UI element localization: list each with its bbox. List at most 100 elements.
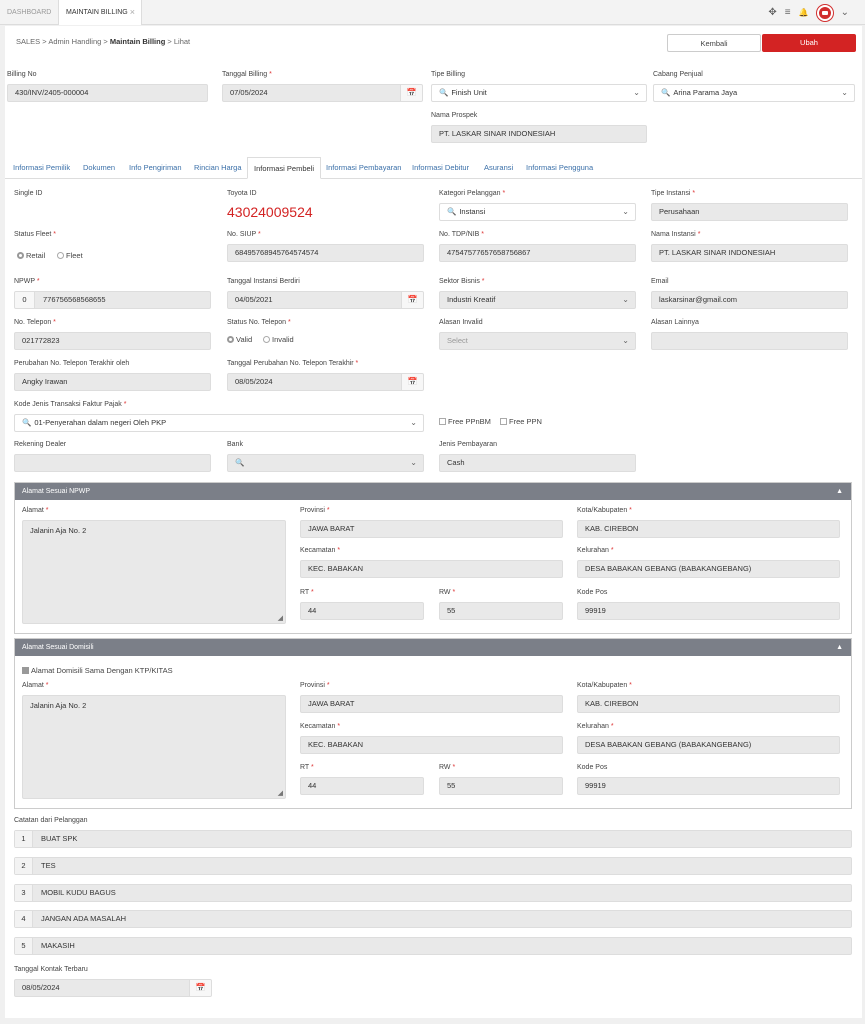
alamat-label: Alamat xyxy=(22,682,48,689)
nama-instansi-label: Nama Instansi xyxy=(651,231,700,238)
panel-alamat-npwp: Alamat Sesuai NPWP ▲ Alamat Jalanin Aja N… xyxy=(14,482,852,634)
npwp-field: 0 776756568568655 xyxy=(14,291,211,309)
bell-icon[interactable]: 🔔 xyxy=(799,8,809,17)
tab-dashboard[interactable]: DASHBOARD xyxy=(0,0,58,25)
alasan-invalid-select[interactable]: Select ⌄ xyxy=(439,332,636,350)
note-number: 4 xyxy=(15,911,33,927)
tab-dokumen[interactable]: Dokumen xyxy=(83,157,115,179)
bank-label: Bank xyxy=(227,441,243,448)
chevron-down-icon: ⌄ xyxy=(841,88,848,97)
breadcrumb: SALES > Admin Handling > Maintain Billin… xyxy=(16,37,190,46)
radio-fleet[interactable]: Fleet xyxy=(57,251,83,260)
tgl-perubahan-value: 08/05/2024 xyxy=(235,377,273,386)
alamat-label: Alamat xyxy=(22,507,48,514)
email-label: Email xyxy=(651,278,669,285)
bank-select[interactable]: 🔍 ⌄ xyxy=(227,454,424,472)
kodepos-field: 99919 xyxy=(577,602,840,620)
panel-header[interactable]: Alamat Sesuai Domisili ▲ xyxy=(15,639,851,656)
rt-label: RT xyxy=(300,589,314,596)
calendar-icon[interactable]: 📅 xyxy=(400,85,422,101)
rw-field: 55 xyxy=(439,777,563,795)
tipe-instansi-label: Tipe Instansi xyxy=(651,190,695,197)
chevron-down-icon: ⌄ xyxy=(410,458,417,467)
list-item: 2 TES xyxy=(14,857,852,875)
kode-faktur-select[interactable]: 🔍 01-Penyerahan dalam negeri Oleh PKP ⌄ xyxy=(14,414,424,432)
kode-faktur-value: 01-Penyerahan dalam negeri Oleh PKP xyxy=(34,418,167,427)
provinsi-field: JAWA BARAT xyxy=(300,695,563,713)
ubah-button[interactable]: Ubah xyxy=(762,34,856,52)
panel-alamat-domisili: Alamat Sesuai Domisili ▲ Alamat Domisili … xyxy=(14,638,852,809)
menu-icon[interactable]: ≡ xyxy=(785,7,791,18)
kembali-button[interactable]: Kembali xyxy=(667,34,761,52)
free-ppn-checkbox[interactable]: Free PPN xyxy=(500,417,542,426)
toyota-id-value: 43024009524 xyxy=(227,204,313,220)
kelurahan-label: Kelurahan xyxy=(577,547,614,554)
free-ppnbm-checkbox[interactable]: Free PPnBM xyxy=(439,417,491,426)
rw-field: 55 xyxy=(439,602,563,620)
radio-dot xyxy=(227,336,234,343)
free-ppn-label: Free PPN xyxy=(509,417,542,426)
tab-rincian-harga[interactable]: Rincian Harga xyxy=(194,157,242,179)
telp-label: No. Telepon xyxy=(14,319,56,326)
calendar-icon[interactable]: 📅 xyxy=(401,292,423,308)
kelurahan-label: Kelurahan xyxy=(577,723,614,730)
tab-informasi-pemilik[interactable]: Informasi Pemilik xyxy=(13,157,70,179)
sektor-label: Sektor Bisnis xyxy=(439,278,485,285)
breadcrumb-admin[interactable]: Admin Handling xyxy=(48,37,101,46)
sektor-select[interactable]: Industri Kreatif ⌄ xyxy=(439,291,636,309)
close-icon[interactable]: × xyxy=(130,0,135,25)
search-icon: 🔍 xyxy=(235,458,245,467)
tab-informasi-debitur[interactable]: Informasi Debitur xyxy=(412,157,469,179)
radio-valid[interactable]: Valid xyxy=(227,335,252,344)
chevron-down-icon: ⌄ xyxy=(410,418,417,427)
breadcrumb-sales[interactable]: SALES xyxy=(16,37,40,46)
chevron-down-icon: ⌄ xyxy=(622,336,629,345)
checkbox-box xyxy=(500,418,507,425)
collapse-icon[interactable]: ▲ xyxy=(836,639,843,656)
breadcrumb-lihat: Lihat xyxy=(173,37,191,46)
tab-asuransi[interactable]: Asuransi xyxy=(484,157,513,179)
note-number: 2 xyxy=(15,858,33,874)
catatan-label: Catatan dari Pelanggan xyxy=(14,817,88,824)
avatar[interactable] xyxy=(816,4,833,21)
provinsi-label: Provinsi xyxy=(300,507,330,514)
radio-invalid[interactable]: Invalid xyxy=(263,335,294,344)
tab-info-pengiriman[interactable]: Info Pengiriman xyxy=(129,157,182,179)
calendar-icon[interactable]: 📅 xyxy=(401,374,423,390)
tipe-billing-select[interactable]: 🔍 Finish Unit ⌄ xyxy=(431,84,647,102)
status-fleet-label: Status Fleet xyxy=(14,231,56,238)
kategori-select[interactable]: 🔍 Instansi ⌄ xyxy=(439,203,636,221)
alasan-invalid-label: Alasan Invalid xyxy=(439,319,483,326)
breadcrumb-maintain[interactable]: Maintain Billing xyxy=(110,37,165,46)
calendar-icon[interactable]: 📅 xyxy=(189,980,211,996)
rw-label: RW xyxy=(439,764,455,771)
tab-maintain-billing[interactable]: MAINTAIN BILLING × xyxy=(58,0,142,25)
cabang-select[interactable]: 🔍 Arina Parama Jaya ⌄ xyxy=(653,84,855,102)
chevron-down-icon[interactable]: ⌄ xyxy=(841,7,849,18)
radio-dot xyxy=(57,252,64,259)
expand-icon[interactable]: ✥ xyxy=(768,7,776,18)
panel-header[interactable]: Alamat Sesuai NPWP ▲ xyxy=(15,483,851,500)
breadcrumb-sep: > xyxy=(42,37,47,46)
resize-grip-icon[interactable]: ◢ xyxy=(278,789,283,797)
siup-label: No. SIUP xyxy=(227,231,261,238)
tab-informasi-pembeli[interactable]: Informasi Pembeli xyxy=(247,157,322,179)
same-address-checkbox[interactable]: Alamat Domisili Sama Dengan KTP/KITAS xyxy=(22,666,173,675)
tgl-perubahan-label: Tanggal Perubahan No. Telepon Terakhir xyxy=(227,360,358,367)
resize-grip-icon[interactable]: ◢ xyxy=(278,614,283,622)
tab-label: MAINTAIN BILLING xyxy=(66,9,128,16)
tab-informasi-pengguna[interactable]: Informasi Pengguna xyxy=(526,157,593,179)
radio-retail[interactable]: Retail xyxy=(17,251,45,260)
tab-informasi-pembayaran[interactable]: Informasi Pembayaran xyxy=(326,157,401,179)
list-item: 1 BUAT SPK xyxy=(14,830,852,848)
checkbox-box xyxy=(439,418,446,425)
collapse-icon[interactable]: ▲ xyxy=(836,483,843,500)
alamat-value: Jalanin Aja No. 2 xyxy=(30,701,87,710)
prospek-field: PT. LASKAR SINAR INDONESIAH xyxy=(431,125,647,143)
tgl-billing-field: 07/05/2024 📅 xyxy=(222,84,423,102)
kelurahan-field: DESA BABAKAN GEBANG (BABAKANGEBANG) xyxy=(577,560,840,578)
kecamatan-field: KEC. BABAKAN xyxy=(300,560,563,578)
alamat-textarea: Jalanin Aja No. 2 ◢ xyxy=(22,520,286,624)
provinsi-field: JAWA BARAT xyxy=(300,520,563,538)
radio-valid-label: Valid xyxy=(236,335,253,344)
